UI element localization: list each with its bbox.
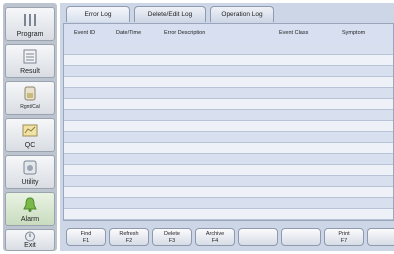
column-header-error-description: Error Description: [164, 30, 206, 36]
sidebar-item-label: Rgnt/Cal: [20, 104, 40, 110]
table-row[interactable]: [64, 66, 393, 77]
table-row[interactable]: [64, 165, 393, 176]
sidebar-item-label: QC: [24, 142, 36, 149]
table-row[interactable]: [64, 132, 393, 143]
refresh-button[interactable]: Refresh F2: [109, 228, 149, 246]
table-row[interactable]: [64, 44, 393, 55]
main-panel: Error Log Delete/Edit Log Operation Log …: [60, 3, 394, 251]
sidebar: Program Result Rgnt/Cal QC Utility Alarm…: [3, 3, 57, 251]
table-row[interactable]: [64, 143, 393, 154]
result-icon: [23, 49, 37, 64]
reagent-calibration-icon: [24, 86, 36, 101]
table-row[interactable]: [64, 187, 393, 198]
table-row[interactable]: [64, 121, 393, 132]
sidebar-item-rgnt-cal[interactable]: Rgnt/Cal: [5, 81, 55, 115]
sidebar-item-qc[interactable]: QC: [5, 118, 55, 152]
tab-delete-edit-log[interactable]: Delete/Edit Log: [134, 6, 206, 22]
table-row[interactable]: [64, 110, 393, 121]
delete-button[interactable]: Delete F3: [152, 228, 192, 246]
function-button-f6[interactable]: [281, 228, 321, 246]
archive-button[interactable]: Archive F4: [195, 228, 235, 246]
table-row[interactable]: [64, 198, 393, 209]
exit-icon: [25, 231, 35, 242]
function-button-f8[interactable]: [367, 228, 394, 246]
table-header: Event ID Date/Time Error Description Eve…: [64, 24, 393, 45]
alarm-bell-icon: [23, 197, 37, 212]
table-row[interactable]: [64, 88, 393, 99]
sidebar-item-exit[interactable]: Exit: [5, 229, 55, 251]
table-row[interactable]: [64, 154, 393, 165]
function-key-bar: Find F1 Refresh F2 Delete F3 Archive F4 Prin…: [63, 223, 394, 250]
sidebar-item-program[interactable]: Program: [5, 7, 55, 41]
error-log-table: Event ID Date/Time Error Description Eve…: [63, 23, 394, 221]
app-window: Program Result Rgnt/Cal QC Utility Alarm…: [0, 0, 394, 254]
qc-icon: [22, 124, 38, 137]
program-icon: [24, 14, 36, 26]
tab-error-log[interactable]: Error Log: [66, 6, 130, 22]
table-row[interactable]: [64, 77, 393, 88]
find-button[interactable]: Find F1: [66, 228, 106, 246]
column-header-event-class: Event Class: [279, 30, 309, 36]
sidebar-item-alarm[interactable]: Alarm: [5, 192, 55, 226]
utility-icon: [23, 160, 37, 175]
table-row[interactable]: [64, 99, 393, 110]
print-button[interactable]: Print F7: [324, 228, 364, 246]
column-header-symptom: Symptom: [342, 30, 366, 36]
tab-operation-log[interactable]: Operation Log: [210, 6, 274, 22]
table-row[interactable]: [64, 176, 393, 187]
sidebar-item-result[interactable]: Result: [5, 44, 55, 78]
table-row[interactable]: [64, 55, 393, 66]
sidebar-item-label: Result: [20, 68, 40, 75]
column-header-date-time: Date/Time: [116, 30, 142, 36]
function-button-f5[interactable]: [238, 228, 278, 246]
sidebar-item-label: Alarm: [20, 216, 40, 223]
column-header-event-id: Event ID: [74, 30, 96, 36]
sidebar-item-label: Program: [16, 31, 44, 38]
sidebar-item-utility[interactable]: Utility: [5, 155, 55, 189]
table-row[interactable]: [64, 209, 393, 220]
sidebar-item-label: Exit: [24, 242, 36, 249]
sidebar-item-label: Utility: [21, 179, 39, 186]
